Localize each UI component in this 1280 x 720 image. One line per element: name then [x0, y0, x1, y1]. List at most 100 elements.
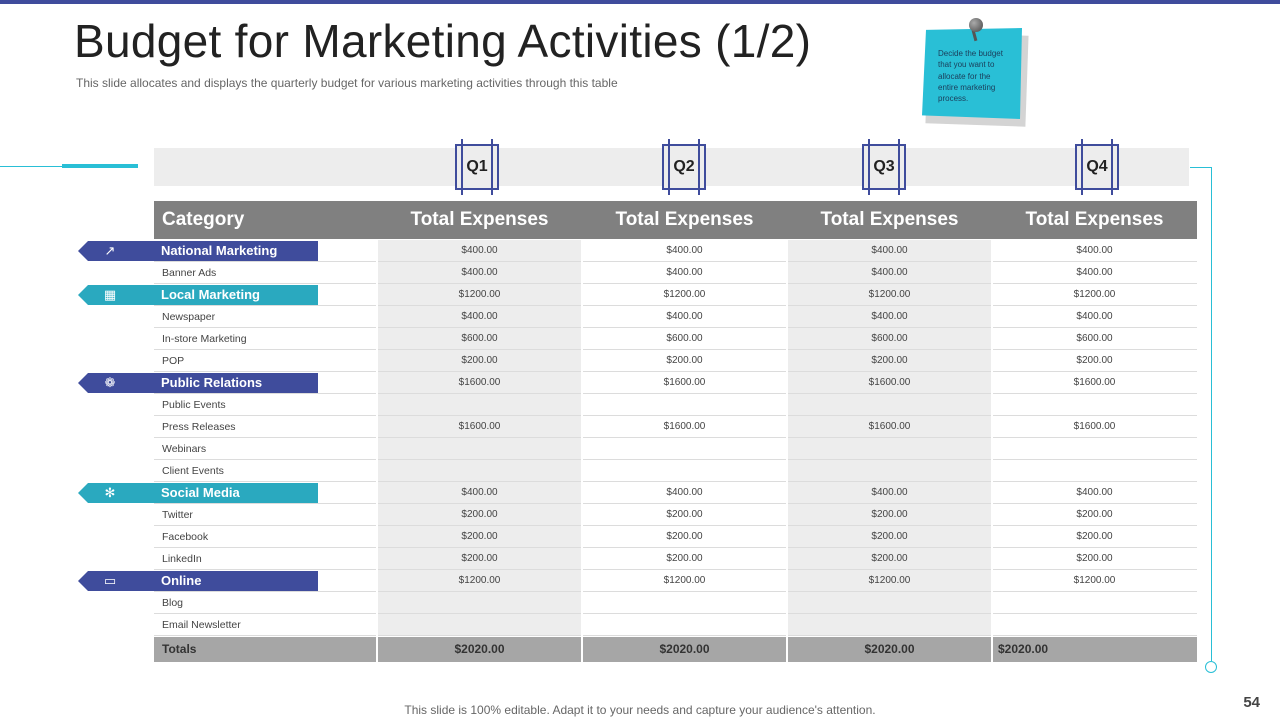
cell-q3: $1200.00	[868, 575, 911, 586]
page-subtitle: This slide allocates and displays the qu…	[76, 76, 618, 90]
row-label: Blog	[162, 597, 184, 609]
table-row: Facebook $200.00 $200.00 $200.00 $200.00	[154, 526, 1197, 548]
cell-q1: $400.00	[461, 311, 498, 322]
cell-q3: $600.00	[871, 333, 908, 344]
cell-q1: $600.00	[461, 333, 498, 344]
cell-q4: $1600.00	[1073, 421, 1116, 432]
cell-q4: $200.00	[1076, 553, 1113, 564]
cell-q1: $1600.00	[458, 421, 501, 432]
totals-q3: $2020.00	[864, 642, 915, 656]
decor-ring	[1205, 661, 1217, 673]
section-label: Social Media	[161, 485, 240, 500]
cell-q1: $400.00	[461, 245, 498, 256]
table-row: In-store Marketing $600.00 $600.00 $600.00 $…	[154, 328, 1197, 350]
people-network-icon: ❁	[104, 375, 116, 390]
cell-q4: $400.00	[1076, 267, 1113, 278]
top-accent-bar	[0, 0, 1280, 4]
sticky-note-text: Decide the budget that you want to alloc…	[938, 49, 1003, 104]
totals-q4: $2020.00	[998, 642, 1049, 656]
pushpin-icon	[969, 18, 983, 32]
totals-row: Totals $2020.00 $2020.00 $2020.00 $2020.…	[154, 637, 1197, 662]
table-row: Twitter $200.00 $200.00 $200.00 $200.00	[154, 504, 1197, 526]
table-row: Webinars	[154, 438, 1197, 460]
cell-q1: $1600.00	[458, 377, 501, 388]
header-q2-expenses: Total Expenses	[615, 209, 754, 230]
banner-body: ▦ Local Marketing	[88, 285, 318, 305]
table-row: Banner Ads $400.00 $400.00 $400.00 $400.00	[154, 262, 1197, 284]
row-label: Email Newsletter	[162, 619, 241, 631]
table-row: POP $200.00 $200.00 $200.00 $200.00	[154, 350, 1197, 372]
banner-arrow	[78, 241, 88, 261]
cell-q3: $1600.00	[868, 377, 911, 388]
cell-q1: $400.00	[461, 267, 498, 278]
cell-q4: $400.00	[1076, 311, 1113, 322]
cell-q2: $1600.00	[663, 377, 706, 388]
cell-q1: $1200.00	[458, 289, 501, 300]
row-label: Client Events	[162, 465, 224, 477]
banner-body: ❁ Public Relations	[88, 373, 318, 393]
banner-body: ✻ Social Media	[88, 483, 318, 503]
cell-q3: $400.00	[871, 267, 908, 278]
table-row: Blog	[154, 592, 1197, 614]
decor-bar-left	[62, 164, 138, 168]
cell-q2: $200.00	[666, 553, 703, 564]
cell-q1: $200.00	[461, 509, 498, 520]
building-icon: ▦	[103, 287, 117, 302]
cell-q1: $200.00	[461, 531, 498, 542]
quarter-label-q2: Q2	[662, 139, 706, 195]
table-row: LinkedIn $200.00 $200.00 $200.00 $200.00	[154, 548, 1197, 570]
cell-q1: $400.00	[461, 487, 498, 498]
page-number: 54	[1243, 694, 1260, 711]
cell-q2: $400.00	[666, 487, 703, 498]
row-label: LinkedIn	[162, 553, 202, 565]
table-row: Client Events	[154, 460, 1197, 482]
header-q4-expenses: Total Expenses	[1025, 209, 1164, 230]
banner-body: ↗ National Marketing	[88, 241, 318, 261]
totals-q2: $2020.00	[659, 642, 710, 656]
totals-q1: $2020.00	[454, 642, 505, 656]
cell-q2: $600.00	[666, 333, 703, 344]
table-row: Email Newsletter	[154, 614, 1197, 636]
section-label: Local Marketing	[161, 287, 260, 302]
cell-q1: $1200.00	[458, 575, 501, 586]
cell-q4: $400.00	[1076, 487, 1113, 498]
totals-label: Totals	[162, 642, 197, 656]
quarter-label-q1: Q1	[455, 139, 499, 195]
cell-q2: $1200.00	[663, 575, 706, 586]
cell-q3: $1200.00	[868, 289, 911, 300]
quarter-label-q4: Q4	[1075, 139, 1119, 195]
banner-body: ▭ Online	[88, 571, 318, 591]
row-label: Twitter	[162, 509, 193, 521]
monitor-icon: ▭	[103, 573, 117, 588]
cell-q2: $200.00	[666, 509, 703, 520]
row-label: Public Events	[162, 399, 226, 411]
cell-q3: $200.00	[871, 531, 908, 542]
table-row: Newspaper $400.00 $400.00 $400.00 $400.00	[154, 306, 1197, 328]
cell-q1: $200.00	[461, 553, 498, 564]
row-label: Banner Ads	[162, 267, 217, 279]
section-banner: ↗ National Marketing	[78, 241, 318, 261]
social-network-icon: ✻	[104, 485, 116, 500]
section-label: Public Relations	[161, 375, 263, 390]
cell-q4: $200.00	[1076, 531, 1113, 542]
cell-q2: $400.00	[666, 311, 703, 322]
cell-q1: $200.00	[461, 355, 498, 366]
cell-q3: $1600.00	[868, 421, 911, 432]
banner-arrow	[78, 571, 88, 591]
table-header: Category Total Expenses Total Expenses T…	[154, 201, 1197, 239]
cell-q3: $400.00	[871, 245, 908, 256]
banner-arrow	[78, 373, 88, 393]
column-divider	[376, 240, 378, 662]
header-q1-expenses: Total Expenses	[410, 209, 549, 230]
banner-arrow	[78, 285, 88, 305]
row-label: POP	[162, 355, 185, 367]
cell-q2: $200.00	[666, 355, 703, 366]
cell-q2: $400.00	[666, 267, 703, 278]
cell-q4: $1200.00	[1073, 289, 1116, 300]
cell-q4: $200.00	[1076, 509, 1113, 520]
quarter-label-q3: Q3	[862, 139, 906, 195]
cell-q3: $200.00	[871, 553, 908, 564]
column-divider	[991, 240, 993, 662]
cell-q2: $1600.00	[663, 421, 706, 432]
cell-q2: $200.00	[666, 531, 703, 542]
